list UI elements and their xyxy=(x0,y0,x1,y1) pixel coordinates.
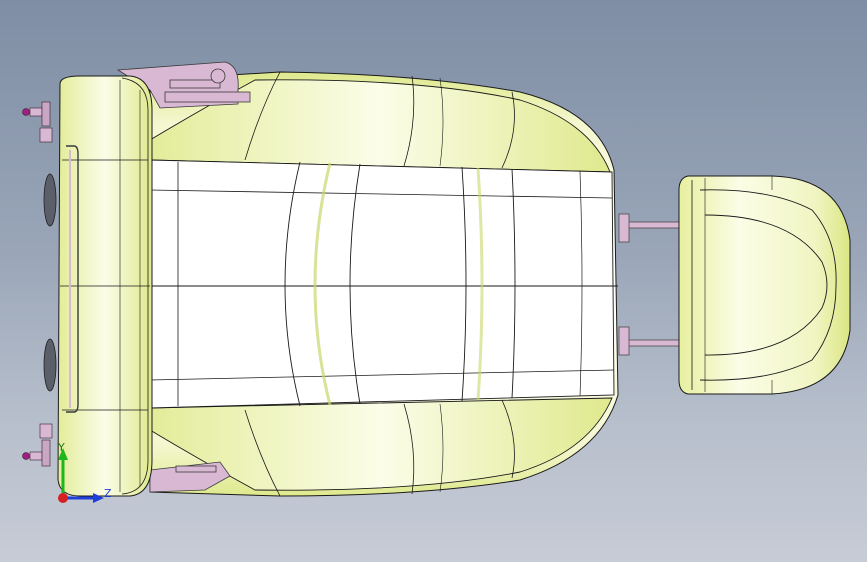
seat-model[interactable] xyxy=(0,0,867,562)
coordinate-triad: Y Z xyxy=(48,438,118,508)
headrest-posts xyxy=(618,213,685,356)
graphics-viewport[interactable]: Y Z xyxy=(0,0,867,562)
z-axis-label: Z xyxy=(104,487,112,500)
seat-cushion[interactable] xyxy=(57,75,153,497)
y-axis-label: Y xyxy=(58,441,65,454)
z-arrow-icon xyxy=(93,493,104,503)
fasteners xyxy=(22,101,53,467)
seat-back[interactable] xyxy=(149,71,619,497)
front-feet xyxy=(43,173,57,392)
headrest[interactable] xyxy=(678,175,851,395)
origin-marker xyxy=(58,493,68,503)
